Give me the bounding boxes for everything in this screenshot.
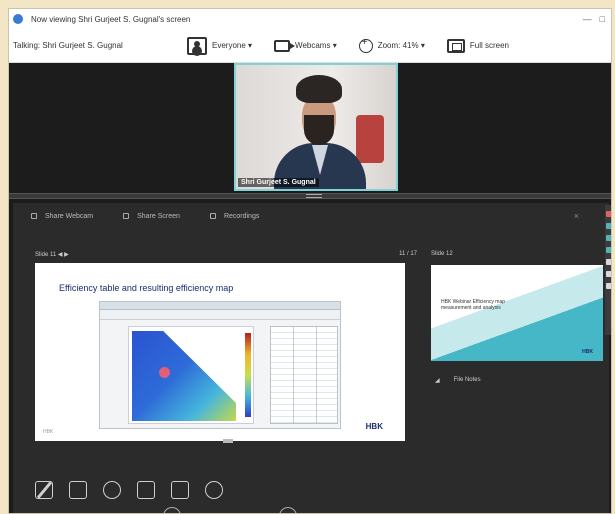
everyone-dropdown[interactable]: Everyone ▾ — [187, 36, 253, 55]
file-notes-row[interactable]: ◢ File Notes — [435, 377, 481, 384]
slide-software-screenshot — [99, 301, 341, 429]
side-action-icon[interactable] — [606, 247, 611, 253]
fullscreen-label: Full screen — [469, 41, 509, 50]
talking-indicator: Talking: Shri Gurjeet S. Gugnal — [13, 41, 123, 50]
efficiency-map-area — [132, 331, 236, 421]
person-icon — [187, 36, 207, 55]
video-background-object — [356, 115, 384, 163]
app-frame: Now viewing Shri Gurjeet S. Gugnal's scr… — [0, 0, 615, 514]
window-title: Now viewing Shri Gurjeet S. Gugnal's scr… — [31, 14, 191, 24]
presenter-beard — [304, 115, 334, 145]
file-notes-label: File Notes — [453, 377, 481, 383]
presenter-name-tag: Shri Gurjeet S. Gugnal — [238, 178, 319, 187]
thumbnail-text: HBK Webinar Efficiency map measurement a… — [441, 299, 506, 311]
side-action-icon[interactable] — [606, 283, 611, 289]
screenshot-toolbar — [100, 310, 340, 320]
lower-controls — [163, 507, 297, 513]
webcams-dropdown[interactable]: Webcams ▾ — [274, 39, 337, 52]
slide-title: Efficiency table and resulting efficienc… — [59, 283, 234, 293]
fullscreen-button[interactable]: Full screen — [446, 38, 509, 53]
tab-recordings[interactable]: Recordings — [209, 212, 260, 220]
search-icon[interactable] — [103, 481, 121, 499]
presenter-webcam-video[interactable]: Shri Gurjeet S. Gugnal — [234, 63, 398, 191]
side-action-icon[interactable] — [606, 235, 611, 241]
pen-icon[interactable] — [35, 481, 53, 499]
control-circle-icon[interactable] — [163, 507, 181, 513]
efficiency-colorbar — [245, 333, 251, 417]
zoom-icon — [358, 37, 373, 53]
everyone-label: Everyone ▾ — [212, 41, 253, 50]
next-slide-preview: Slide 12 HBK Webinar Efficiency map meas… — [431, 251, 607, 451]
record-icon — [209, 213, 216, 219]
presentation-tools — [35, 477, 223, 503]
panel-tab-bar: Share Webcam Share Screen Recordings × — [13, 203, 609, 229]
window-controls: — □ — [583, 14, 611, 24]
tab-recordings-label: Recordings — [223, 212, 260, 220]
maximize-button[interactable]: □ — [600, 14, 605, 24]
app-window: Now viewing Shri Gurjeet S. Gugnal's scr… — [8, 8, 612, 514]
screenshot-menubar — [100, 302, 340, 310]
side-action-icon[interactable] — [606, 211, 611, 217]
thumbnail-logo: HBK — [582, 349, 593, 355]
current-slide[interactable]: Efficiency table and resulting efficienc… — [35, 263, 405, 441]
thumbnail-graphic — [431, 265, 603, 361]
zoom-dropdown[interactable]: Zoom: 41% ▾ — [358, 37, 425, 53]
slide-nav-label[interactable]: Slide 11 ◀ ▶ — [35, 251, 69, 263]
title-bar: Now viewing Shri Gurjeet S. Gugnal's scr… — [9, 9, 611, 29]
slide-footnote: HBK — [43, 429, 54, 435]
next-slide-thumbnail[interactable]: HBK Webinar Efficiency map measurement a… — [431, 265, 603, 361]
camera-icon — [274, 39, 296, 52]
side-action-icon[interactable] — [606, 271, 611, 277]
slide-logo: HBK — [365, 422, 383, 431]
panel-close-button[interactable]: × — [574, 211, 579, 221]
side-action-icon[interactable] — [606, 259, 611, 265]
zoom-label: Zoom: 41% ▾ — [377, 41, 425, 50]
screen-share-icon — [123, 213, 130, 219]
control-circle-icon[interactable] — [279, 507, 297, 513]
app-icon — [13, 14, 23, 24]
slide-header: Slide 11 ◀ ▶ 11 / 17 — [35, 251, 417, 263]
tab-share-screen-label: Share Screen — [137, 212, 180, 220]
screen-icon[interactable] — [171, 481, 189, 499]
tab-share-webcam-label: Share Webcam — [45, 212, 94, 220]
minimize-button[interactable]: — — [583, 14, 592, 24]
copy-icon[interactable] — [69, 481, 87, 499]
side-action-strip — [605, 205, 611, 335]
webcam-icon — [31, 213, 37, 219]
efficiency-hotspot — [159, 367, 170, 378]
preview-heading: Slide 12 — [431, 251, 453, 257]
efficiency-map-plot — [128, 326, 254, 424]
slide-page-counter: 11 / 17 — [399, 251, 417, 257]
shared-screen-stage: Shri Gurjeet S. Gugnal Share Webcam Shar… — [9, 63, 611, 513]
tab-share-screen[interactable]: Share Screen — [123, 213, 180, 220]
side-action-icon[interactable] — [606, 223, 611, 229]
efficiency-table — [270, 326, 338, 424]
shared-meeting-panel: Share Webcam Share Screen Recordings × S… — [13, 203, 609, 513]
resize-splitter[interactable] — [9, 193, 611, 199]
splitter-grip-icon[interactable] — [306, 194, 322, 198]
more-icon[interactable] — [205, 481, 223, 499]
fullscreen-icon — [446, 38, 465, 53]
presenter-turban — [296, 75, 342, 103]
tab-share-webcam[interactable]: Share Webcam — [31, 213, 93, 220]
present-icon[interactable] — [137, 481, 155, 499]
expand-arrow-icon: ◢ — [435, 378, 440, 384]
viewer-toolbar: Talking: Shri Gurjeet S. Gugnal Everyone… — [9, 29, 611, 63]
slide-scroll-handle[interactable] — [223, 439, 233, 443]
webcams-label: Webcams ▾ — [295, 41, 337, 50]
